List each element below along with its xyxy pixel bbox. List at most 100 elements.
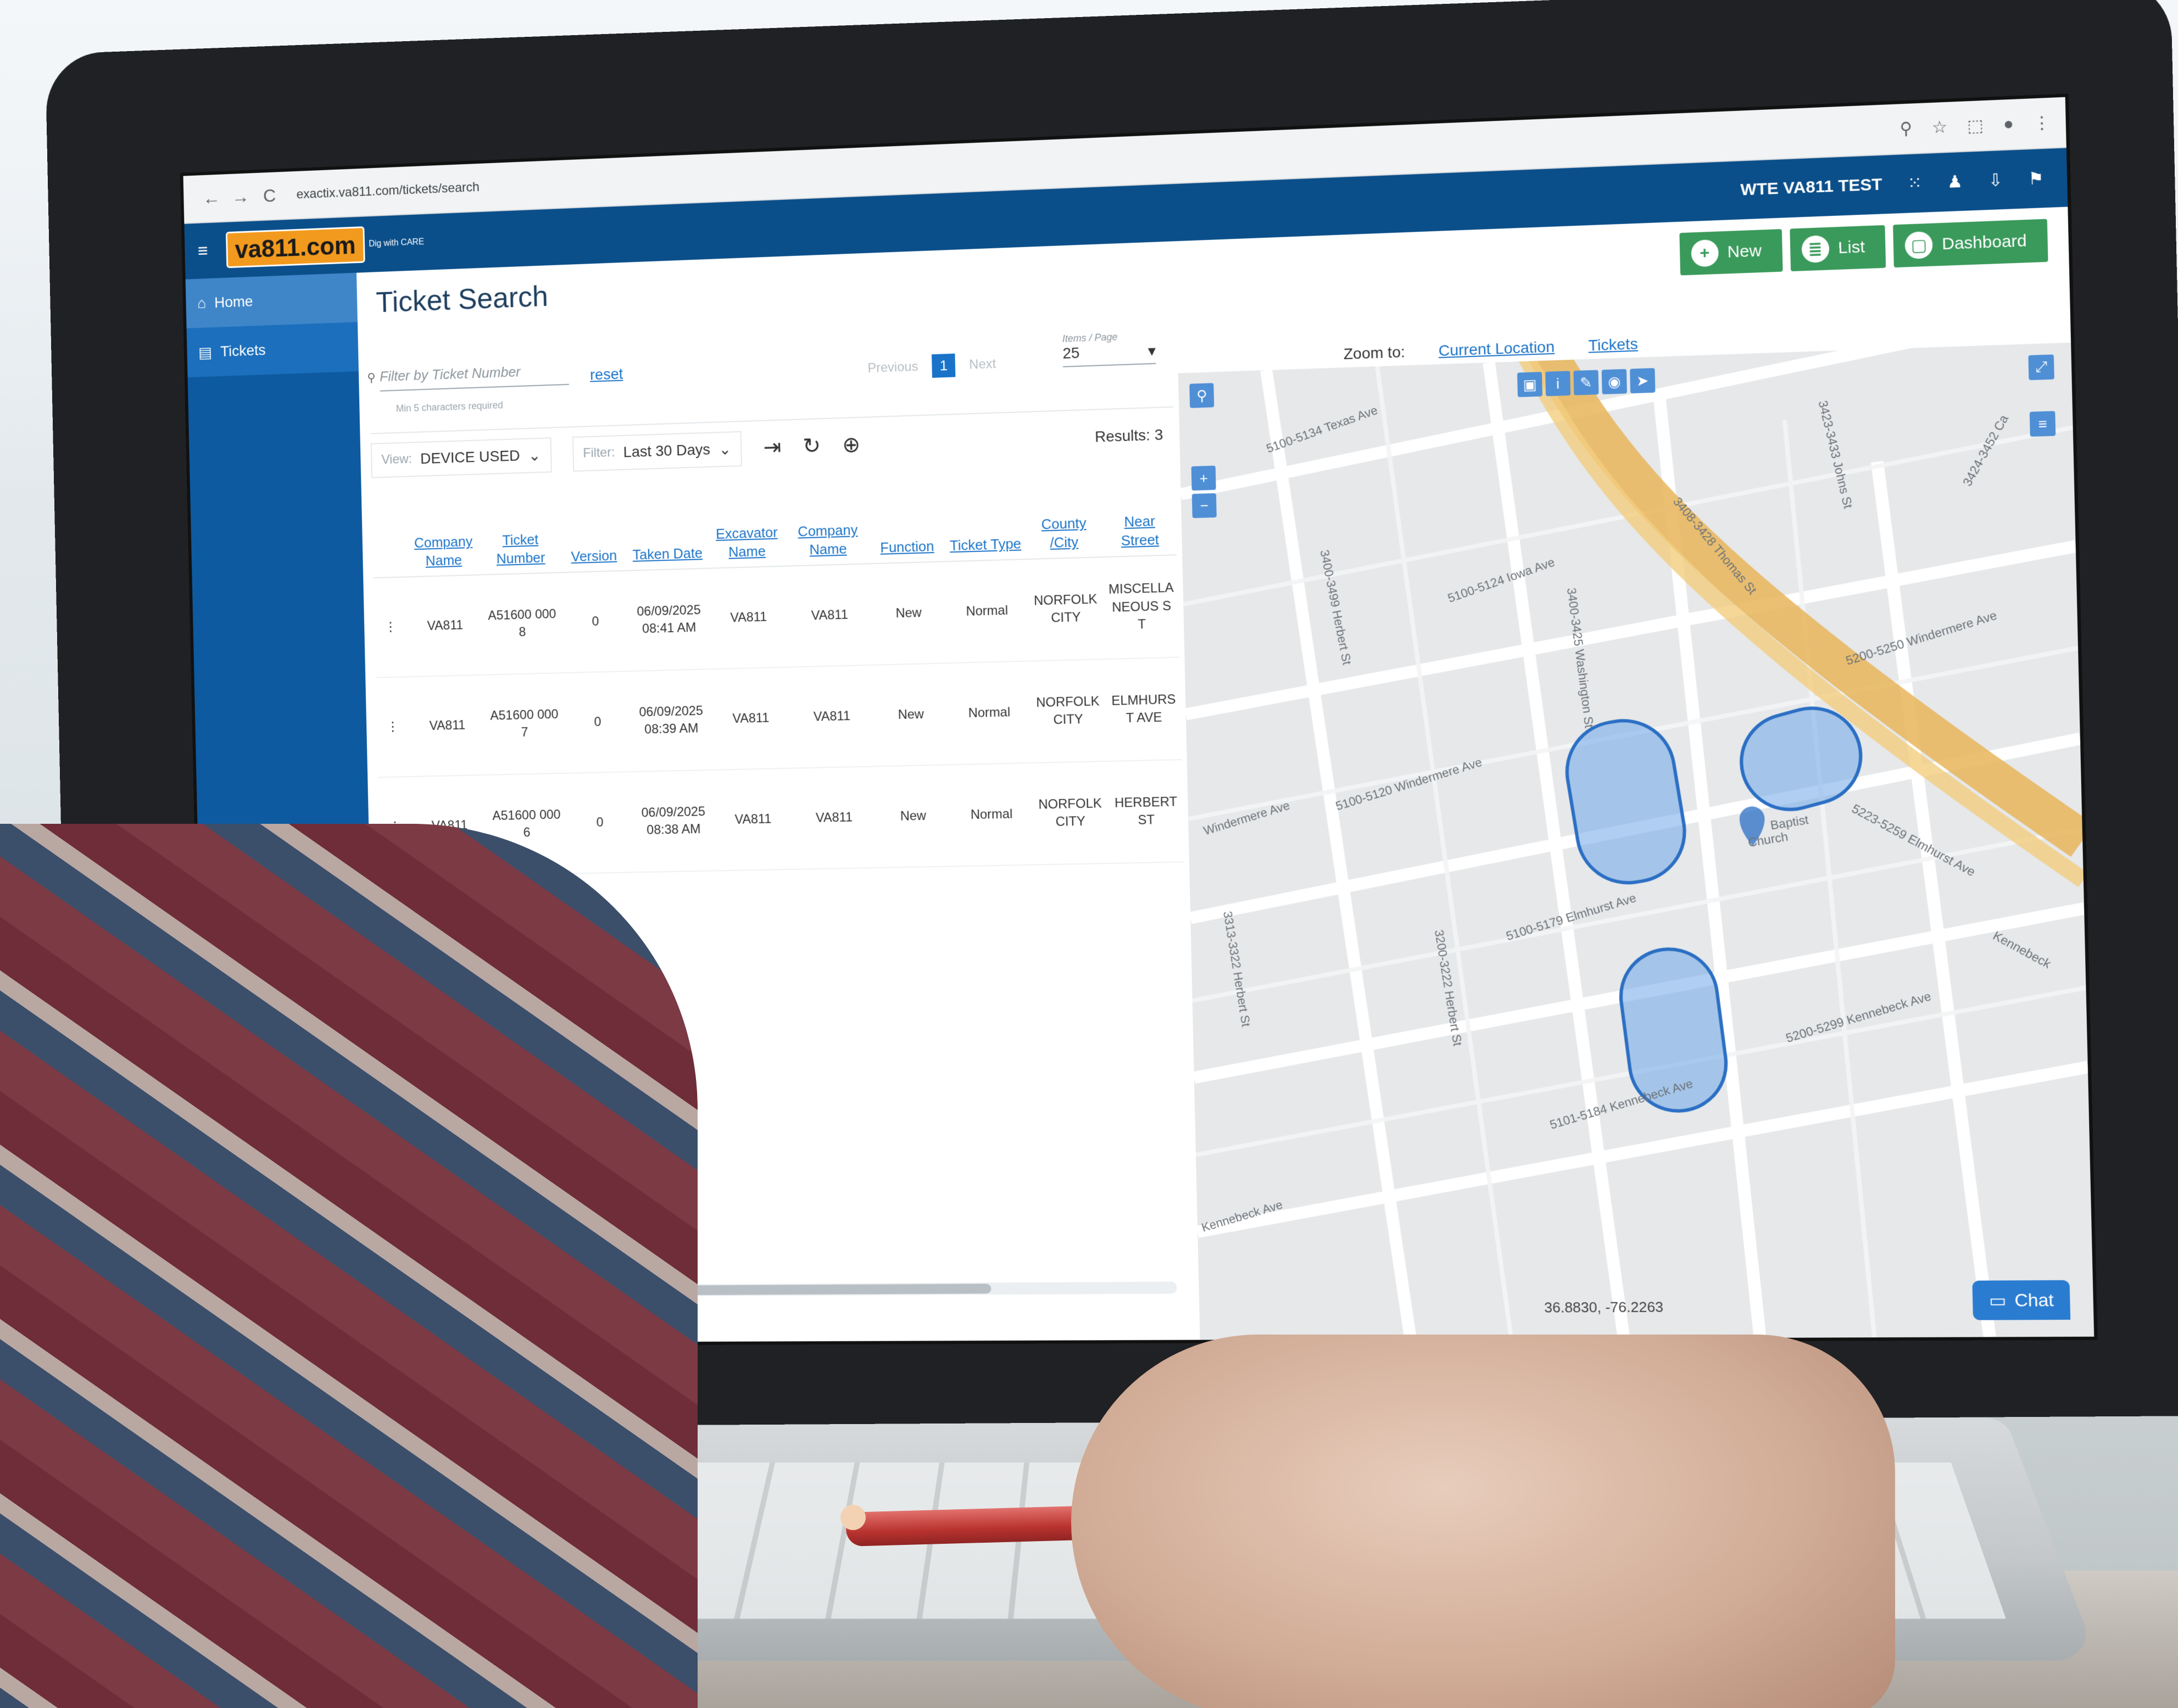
logo-tagline: Dig with CARE bbox=[369, 237, 425, 249]
street-label: 3423-3433 Johns St bbox=[1815, 399, 1856, 510]
list-button[interactable]: ≣ List bbox=[1789, 225, 1886, 272]
refresh-icon[interactable]: ↻ bbox=[803, 433, 821, 459]
list-icon: ≣ bbox=[1801, 235, 1830, 264]
view-value: DEVICE USED bbox=[420, 446, 520, 467]
user-icon[interactable]: ♟ bbox=[1947, 172, 1963, 192]
marker-icon[interactable]: ◉ bbox=[1601, 369, 1627, 395]
street-label: 3313-3322 Herbert St bbox=[1221, 910, 1254, 1028]
map-menu-icon[interactable]: ≡ bbox=[2029, 411, 2056, 437]
date-filter-dropdown[interactable]: Filter: Last 30 Days ⌄ bbox=[572, 431, 743, 472]
header-version[interactable]: Version bbox=[557, 489, 630, 573]
map-canvas[interactable]: 5100-5134 Texas Ave 5100-5124 Iowa Ave 3… bbox=[1178, 343, 2094, 1340]
view-dropdown[interactable]: View: DEVICE USED ⌄ bbox=[370, 437, 552, 478]
cell-excavator: VA811 bbox=[709, 667, 793, 771]
header-company-name-2[interactable]: Company Name bbox=[787, 482, 869, 566]
location-icon[interactable]: ⚲ bbox=[1900, 119, 1913, 139]
globe-icon[interactable]: ⊕ bbox=[842, 432, 861, 458]
tickets-link[interactable]: Tickets bbox=[1588, 335, 1638, 355]
list-button-label: List bbox=[1837, 237, 1865, 258]
ticket-number-filter-input[interactable]: Filter by Ticket Number bbox=[379, 361, 569, 392]
plus-icon: + bbox=[1690, 239, 1719, 267]
cell-version: 0 bbox=[561, 671, 634, 773]
header-near-street[interactable]: Near Street bbox=[1102, 472, 1177, 557]
ticket-map[interactable]: 5100-5134 Texas Ave 5100-5124 Iowa Ave 3… bbox=[1178, 342, 2095, 1340]
ticket-icon: ▤ bbox=[198, 343, 213, 361]
reload-icon[interactable]: C bbox=[255, 185, 285, 207]
cell-version: 0 bbox=[559, 570, 632, 673]
star-icon[interactable]: ☆ bbox=[1932, 117, 1948, 137]
cell-version: 0 bbox=[564, 772, 637, 874]
sidebar-item-label: Home bbox=[214, 293, 253, 311]
street-label: Baptist bbox=[1769, 812, 1809, 833]
chat-button[interactable]: ▭ Chat bbox=[1972, 1280, 2071, 1320]
cell-function: New bbox=[871, 663, 951, 767]
cell-function: New bbox=[868, 561, 949, 665]
table-row[interactable]: ⋮ VA811 A51600 0007 0 06/09/2025 08:39 A… bbox=[376, 657, 1182, 778]
cell-company-2: VA811 bbox=[788, 563, 871, 667]
previous-button[interactable]: Previous bbox=[867, 359, 918, 376]
cell-function: New bbox=[873, 764, 954, 868]
ticket-table: Company Name Ticket Number Version Taken… bbox=[372, 472, 1184, 878]
hamburger-icon[interactable]: ≡ bbox=[185, 240, 221, 262]
dashboard-button[interactable]: ▢ Dashboard bbox=[1893, 219, 2048, 268]
map-search-icon[interactable]: ⚲ bbox=[1189, 383, 1215, 408]
export-icon[interactable]: ⇥ bbox=[763, 434, 782, 460]
pagination: Previous 1 Next bbox=[867, 352, 996, 380]
header-taken-date[interactable]: Taken Date bbox=[627, 487, 706, 571]
chevron-down-icon: ⌄ bbox=[528, 446, 541, 464]
cell-company-2: VA811 bbox=[793, 766, 876, 869]
cell-taken-date: 06/09/2025 08:38 AM bbox=[634, 770, 714, 873]
zoom-out-icon[interactable]: − bbox=[1191, 493, 1217, 518]
header-excavator-name[interactable]: Excavator Name bbox=[704, 484, 789, 568]
menu-dots-icon[interactable]: ⋮ bbox=[2033, 113, 2051, 133]
header-county-city[interactable]: County /City bbox=[1023, 475, 1104, 560]
search-icon: ⚲ bbox=[367, 371, 376, 384]
download-icon[interactable]: ⇩ bbox=[1988, 170, 2003, 191]
cell-company: VA811 bbox=[407, 674, 488, 777]
header-ticket-number[interactable]: Ticket Number bbox=[481, 492, 560, 575]
signal-icon[interactable]: ⚑ bbox=[2028, 169, 2044, 189]
next-button[interactable]: Next bbox=[969, 356, 996, 373]
current-location-link[interactable]: Current Location bbox=[1438, 338, 1555, 360]
header-company-name[interactable]: Company Name bbox=[403, 494, 483, 577]
cell-street: MISCELLANEOUS ST bbox=[1104, 555, 1179, 660]
reset-link[interactable]: reset bbox=[590, 365, 623, 384]
info-icon[interactable]: i bbox=[1545, 371, 1571, 397]
ticket-area-polygon[interactable] bbox=[1559, 713, 1692, 890]
cell-county: NORFOLK CITY bbox=[1025, 557, 1107, 661]
chat-icon: ▭ bbox=[1988, 1290, 2007, 1311]
home-icon: ⌂ bbox=[197, 294, 207, 312]
header-ticket-type[interactable]: Ticket Type bbox=[944, 477, 1026, 562]
fullscreen-icon[interactable]: ⤢ bbox=[2028, 354, 2054, 381]
profile-icon[interactable]: ● bbox=[2003, 114, 2014, 135]
dashboard-button-label: Dashboard bbox=[1941, 231, 2027, 254]
sidebar-item-tickets[interactable]: ▤ Tickets bbox=[186, 322, 359, 378]
items-per-page-select[interactable]: Items / Page 25 ▾ bbox=[1062, 330, 1156, 367]
va811-logo[interactable]: va811.com Dig with CARE bbox=[225, 224, 425, 269]
zoom-to-label: Zoom to: bbox=[1343, 343, 1406, 363]
items-per-page-value: 25 ▾ bbox=[1062, 341, 1156, 367]
back-icon[interactable]: ← bbox=[197, 187, 226, 209]
grid-icon[interactable]: ⁙ bbox=[1907, 173, 1922, 193]
draw-icon[interactable]: ✎ bbox=[1573, 370, 1599, 395]
user-name[interactable]: WTE VA811 TEST bbox=[1740, 175, 1882, 200]
page-number[interactable]: 1 bbox=[932, 353, 956, 378]
cell-taken-date: 06/09/2025 08:39 AM bbox=[631, 669, 711, 772]
filter-hint: Min 5 characters required bbox=[396, 399, 504, 414]
layers-icon[interactable]: ▣ bbox=[1517, 372, 1542, 398]
new-button[interactable]: + New bbox=[1679, 229, 1783, 276]
extensions-icon[interactable]: ⬚ bbox=[1967, 115, 1984, 136]
results-count: Results: 3 bbox=[1094, 426, 1163, 445]
action-buttons: + New ≣ List ▢ Dashboard bbox=[1679, 219, 2048, 276]
row-menu-icon[interactable]: ⋮ bbox=[376, 677, 410, 778]
page-title: Ticket Search bbox=[375, 280, 549, 319]
zoom-in-icon[interactable]: + bbox=[1191, 465, 1216, 491]
forward-icon[interactable]: → bbox=[226, 186, 255, 208]
new-button-label: New bbox=[1727, 241, 1762, 261]
navigate-icon[interactable]: ➤ bbox=[1630, 368, 1656, 394]
address-bar[interactable]: exactix.va811.com/tickets/search bbox=[296, 180, 480, 202]
header-function[interactable]: Function bbox=[866, 479, 947, 564]
row-menu-icon[interactable]: ⋮ bbox=[374, 577, 408, 678]
sidebar-item-home[interactable]: ⌂ Home bbox=[185, 272, 358, 328]
street-label: 3400-3425 Washington St bbox=[1564, 587, 1597, 729]
